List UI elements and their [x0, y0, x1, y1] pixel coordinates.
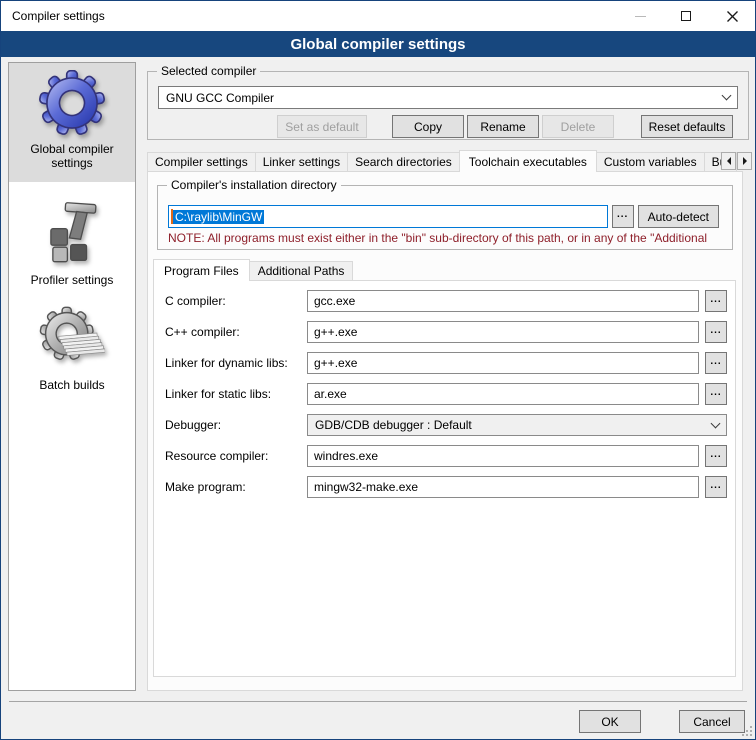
field-label: C++ compiler:: [165, 325, 307, 339]
field-label: Linker for static libs:: [165, 387, 307, 401]
sidebar-item-profiler-settings[interactable]: Profiler settings: [9, 194, 135, 287]
debugger-select[interactable]: GDB/CDB debugger : Default: [307, 414, 727, 436]
profiler-icon: [39, 201, 105, 270]
c-compiler-input[interactable]: [307, 290, 699, 312]
compiler-actions: Set as default Copy Rename Delete Reset …: [277, 115, 733, 138]
tab-linker-settings[interactable]: Linker settings: [255, 152, 348, 171]
field-label: Make program:: [165, 480, 307, 494]
rename-button[interactable]: Rename: [467, 115, 539, 138]
sidebar-item-global-compiler-settings[interactable]: Global compiler settings: [9, 63, 135, 182]
group-label: Compiler's installation directory: [167, 178, 341, 192]
minimize-button[interactable]: [617, 1, 663, 31]
tab-scroll-left-button[interactable]: [721, 152, 736, 170]
program-files-page: C compiler: ... C++ compiler: ... Linker…: [153, 280, 736, 677]
cancel-button[interactable]: Cancel: [679, 710, 745, 733]
tab-scroll-buttons: [720, 152, 752, 170]
make-program-input[interactable]: [307, 476, 699, 498]
browse-resource-compiler-button[interactable]: ...: [705, 445, 727, 467]
tab-custom-variables[interactable]: Custom variables: [596, 152, 705, 171]
dialog-header: Global compiler settings: [1, 31, 755, 57]
tab-program-files[interactable]: Program Files: [153, 259, 250, 281]
form-row-cpp-compiler: C++ compiler: ...: [165, 321, 727, 343]
browse-make-program-button[interactable]: ...: [705, 476, 727, 498]
sidebar-item-label: Global compiler settings: [17, 142, 127, 170]
dialog-buttons: OK Cancel: [579, 710, 745, 733]
gear-blue-icon: [39, 70, 105, 139]
compiler-select[interactable]: GNU GCC Compiler: [158, 86, 738, 109]
linker-static-input[interactable]: [307, 383, 699, 405]
field-label: Resource compiler:: [165, 449, 307, 463]
maximize-button[interactable]: [663, 1, 709, 31]
sidebar-item-label: Batch builds: [17, 378, 127, 392]
debugger-select-value: GDB/CDB debugger : Default: [315, 418, 472, 432]
compiler-select-value: GNU GCC Compiler: [166, 91, 274, 105]
sidebar-item-batch-builds[interactable]: Batch builds: [9, 299, 135, 392]
auto-detect-button[interactable]: Auto-detect: [638, 205, 719, 228]
form-row-linker-dynamic: Linker for dynamic libs: ...: [165, 352, 727, 374]
window-title: Compiler settings: [1, 9, 105, 23]
ok-button[interactable]: OK: [579, 710, 641, 733]
close-icon: [727, 11, 738, 22]
reset-defaults-button[interactable]: Reset defaults: [641, 115, 733, 138]
settings-category-list: Global compiler settings: [8, 62, 136, 691]
settings-tabs: Compiler settings Linker settings Search…: [147, 150, 736, 172]
form-row-c-compiler: C compiler: ...: [165, 290, 727, 312]
chevron-down-icon: [722, 91, 732, 101]
browse-cpp-compiler-button[interactable]: ...: [705, 321, 727, 343]
arrow-left-icon: [723, 157, 731, 165]
toolchain-form: C compiler: ... C++ compiler: ... Linker…: [165, 290, 727, 498]
selected-compiler-group: Selected compiler GNU GCC Compiler Set a…: [147, 71, 749, 140]
cpp-compiler-input[interactable]: [307, 321, 699, 343]
minimize-icon: [635, 16, 646, 17]
tab-search-directories[interactable]: Search directories: [347, 152, 460, 171]
arrow-right-icon: [743, 157, 751, 165]
tab-toolchain-executables[interactable]: Toolchain executables: [459, 150, 597, 172]
tab-compiler-settings[interactable]: Compiler settings: [147, 152, 256, 171]
compiler-settings-dialog: Compiler settings Global compiler settin…: [0, 0, 756, 740]
batch-builds-icon: [39, 306, 105, 375]
resize-grip[interactable]: [741, 725, 753, 737]
form-row-linker-static: Linker for static libs: ...: [165, 383, 727, 405]
form-row-make-program: Make program: ...: [165, 476, 727, 498]
browse-linker-dynamic-button[interactable]: ...: [705, 352, 727, 374]
chevron-down-icon: [711, 418, 721, 428]
program-tabs: Program Files Additional Paths: [153, 259, 352, 281]
sidebar-item-label: Profiler settings: [17, 273, 127, 287]
note-text: NOTE: All programs must exist either in …: [168, 231, 730, 245]
titlebar[interactable]: Compiler settings: [1, 1, 755, 31]
linker-dynamic-input[interactable]: [307, 352, 699, 374]
tab-scroll-right-button[interactable]: [737, 152, 752, 170]
field-label: Linker for dynamic libs:: [165, 356, 307, 370]
installation-directory-group: Compiler's installation directory C:\ray…: [157, 185, 733, 250]
form-row-debugger: Debugger: GDB/CDB debugger : Default: [165, 414, 727, 436]
maximize-icon: [681, 11, 691, 21]
close-button[interactable]: [709, 1, 755, 31]
set-as-default-button[interactable]: Set as default: [277, 115, 367, 138]
page-title: Global compiler settings: [290, 36, 465, 53]
group-label: Selected compiler: [157, 64, 260, 78]
browse-directory-button[interactable]: ...: [612, 205, 634, 228]
tab-additional-paths[interactable]: Additional Paths: [249, 261, 354, 280]
installation-directory-input[interactable]: C:\raylib\MinGW: [168, 205, 608, 228]
field-label: C compiler:: [165, 294, 307, 308]
browse-linker-static-button[interactable]: ...: [705, 383, 727, 405]
delete-button[interactable]: Delete: [542, 115, 614, 138]
caption-buttons: [617, 1, 755, 31]
browse-c-compiler-button[interactable]: ...: [705, 290, 727, 312]
selected-path-text: C:\raylib\MinGW: [173, 210, 264, 224]
resource-compiler-input[interactable]: [307, 445, 699, 467]
copy-button[interactable]: Copy: [392, 115, 464, 138]
footer-divider: [9, 701, 747, 702]
form-row-resource-compiler: Resource compiler: ...: [165, 445, 727, 467]
field-label: Debugger:: [165, 418, 307, 432]
